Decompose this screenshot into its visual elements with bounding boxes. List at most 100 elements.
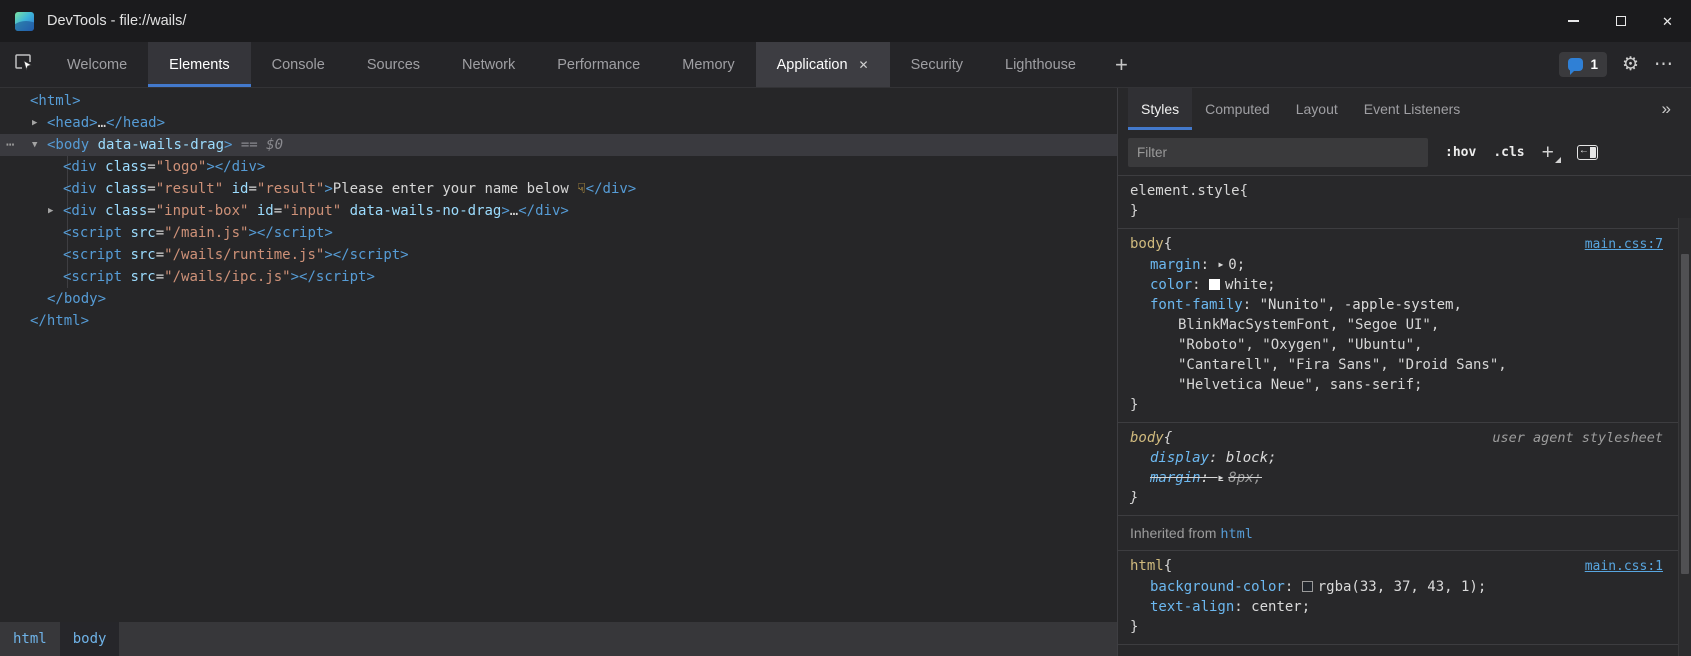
code-text: = bbox=[156, 247, 164, 263]
maximize-button[interactable] bbox=[1597, 0, 1644, 42]
code-attr-value: "/wails/ipc.js" bbox=[164, 269, 290, 285]
tab-memory[interactable]: Memory bbox=[661, 42, 755, 87]
node-menu-icon[interactable]: ⋯ bbox=[6, 134, 14, 156]
rule-header: body {main.css:7 bbox=[1130, 234, 1663, 255]
tab-performance[interactable]: Performance bbox=[536, 42, 661, 87]
breadcrumb-item-html[interactable]: html bbox=[0, 622, 60, 656]
rule-selector[interactable]: html bbox=[1130, 556, 1164, 576]
tab-application[interactable]: Application✕ bbox=[756, 42, 890, 87]
property-colon: : bbox=[1201, 470, 1218, 486]
breadcrumb-item-body[interactable]: body bbox=[60, 622, 120, 656]
dom-tree-line[interactable]: <script src="/wails/runtime.js"></script… bbox=[0, 244, 1117, 266]
code-attr-name: data-wails-drag bbox=[89, 137, 224, 153]
rule-selector[interactable]: body bbox=[1130, 234, 1164, 254]
settings-button[interactable]: ⚙ bbox=[1622, 55, 1639, 74]
tab-security[interactable]: Security bbox=[890, 42, 984, 87]
css-declaration[interactable]: text-align: center; bbox=[1130, 597, 1663, 617]
issues-count: 1 bbox=[1590, 57, 1598, 72]
tab-sources[interactable]: Sources bbox=[346, 42, 441, 87]
toggle-sidebar-button[interactable]: ← bbox=[1577, 145, 1598, 160]
sidebar-tab-layout[interactable]: Layout bbox=[1283, 88, 1351, 130]
more-tabs-button[interactable]: » bbox=[1662, 99, 1691, 119]
css-declaration[interactable]: color: white; bbox=[1130, 275, 1663, 295]
tab-label: Lighthouse bbox=[1005, 57, 1076, 73]
stylesheet-link[interactable]: main.css:1 bbox=[1585, 557, 1663, 577]
devtools-window: DevTools - file://wails/ ✕ Welcome Elemen… bbox=[0, 0, 1691, 656]
scrollbar-thumb[interactable] bbox=[1681, 254, 1689, 574]
stylesheet-link[interactable]: main.css:7 bbox=[1585, 235, 1663, 255]
breadcrumb-bar: htmlbody bbox=[0, 622, 1117, 656]
styles-scrollbar[interactable] bbox=[1678, 218, 1691, 656]
color-swatch[interactable] bbox=[1302, 581, 1313, 592]
tab-label: Welcome bbox=[67, 57, 127, 73]
issues-badge[interactable]: 1 bbox=[1559, 52, 1607, 77]
expand-shorthand-icon[interactable]: ▶ bbox=[1218, 260, 1223, 269]
dom-tree-line[interactable]: <div class="result" id="result">Please e… bbox=[0, 178, 1117, 200]
dollar-zero-hint: == $0 bbox=[232, 137, 283, 153]
new-style-rule-button[interactable]: + bbox=[1542, 142, 1554, 163]
add-tab-button[interactable]: + bbox=[1097, 42, 1146, 87]
property-colon: : bbox=[1234, 599, 1251, 615]
color-swatch[interactable] bbox=[1209, 279, 1220, 290]
code-tag: <body bbox=[47, 137, 89, 153]
tab-label: Elements bbox=[169, 57, 229, 73]
code-text: = bbox=[147, 181, 155, 197]
devtools-toolbar: Welcome Elements ConsoleSourcesNetworkPerf… bbox=[0, 42, 1691, 88]
css-declaration[interactable]: font-family: "Nunito", -apple-system, bbox=[1130, 295, 1663, 315]
close-tab-icon[interactable]: ✕ bbox=[859, 58, 869, 72]
dom-tree-line[interactable]: ⋯▼<body data-wails-drag> == $0 bbox=[0, 134, 1117, 156]
code-tag: <div bbox=[63, 181, 97, 197]
css-declaration[interactable]: display: block; bbox=[1130, 448, 1663, 468]
elements-panel: <html>▶<head>…</head>⋯▼<body data-wails-… bbox=[0, 88, 1118, 656]
css-property: font-family bbox=[1150, 297, 1243, 313]
minimize-button[interactable] bbox=[1550, 0, 1597, 42]
close-brace: } bbox=[1130, 617, 1663, 637]
panel-tab-bar: Welcome Elements ConsoleSourcesNetworkPerf… bbox=[46, 42, 1097, 87]
expand-shorthand-icon[interactable]: ▶ bbox=[1218, 473, 1223, 482]
inherited-target-link[interactable]: html bbox=[1220, 526, 1253, 542]
tab-lighthouse[interactable]: Lighthouse bbox=[984, 42, 1097, 87]
close-button[interactable]: ✕ bbox=[1644, 0, 1691, 42]
dom-tree-line[interactable]: </body> bbox=[0, 288, 1117, 310]
open-brace: { bbox=[1164, 556, 1172, 576]
class-toggle-button[interactable]: .cls bbox=[1493, 145, 1524, 160]
dom-tree-line[interactable]: </html> bbox=[0, 310, 1117, 332]
dom-tree-line[interactable]: <script src="/main.js"></script> bbox=[0, 222, 1117, 244]
css-value-continuation: "Cantarell", "Fira Sans", "Droid Sans", bbox=[1130, 355, 1663, 375]
tab-elements[interactable]: Elements bbox=[148, 42, 250, 87]
sidebar-tab-styles[interactable]: Styles bbox=[1128, 88, 1192, 130]
pseudo-state-button[interactable]: :hov bbox=[1445, 145, 1476, 160]
plus-icon: + bbox=[1115, 52, 1128, 78]
style-rule-section: body {main.css:7margin: ▶0;color: white;… bbox=[1118, 229, 1691, 423]
sidebar-tab-event-listeners[interactable]: Event Listeners bbox=[1351, 88, 1474, 130]
property-colon: : bbox=[1201, 257, 1218, 273]
code-text: = bbox=[156, 269, 164, 285]
css-declaration[interactable]: margin: ▶8px; bbox=[1130, 468, 1663, 488]
css-declaration[interactable]: margin: ▶0; bbox=[1130, 255, 1663, 275]
styles-sidebar: StylesComputedLayoutEvent Listeners » :h… bbox=[1118, 88, 1691, 656]
code-tag: <script bbox=[63, 225, 122, 241]
dom-tree-line[interactable]: ▶<head>…</head> bbox=[0, 112, 1117, 134]
code-tag: > bbox=[324, 181, 332, 197]
sidebar-tab-computed[interactable]: Computed bbox=[1192, 88, 1283, 130]
tab-welcome[interactable]: Welcome bbox=[46, 42, 148, 87]
dom-tree-line[interactable]: ▶<div class="input-box" id="input" data-… bbox=[0, 200, 1117, 222]
dom-tree-line[interactable]: <div class="logo"></div> bbox=[0, 156, 1117, 178]
inspect-element-button[interactable] bbox=[0, 42, 46, 87]
more-options-button[interactable]: ⋯ bbox=[1654, 55, 1673, 74]
style-rule-section: html { main.css:1background-color: rgba(3… bbox=[1118, 551, 1691, 645]
css-value-continuation: "Roboto", "Oxygen", "Ubuntu", bbox=[1130, 335, 1663, 355]
left-arrow-icon: ← bbox=[1579, 145, 1589, 156]
code-tag: </html> bbox=[30, 313, 89, 329]
rule-header: element.style { bbox=[1130, 181, 1663, 201]
style-filter-input[interactable] bbox=[1128, 138, 1428, 167]
css-declaration[interactable]: background-color: rgba(33, 37, 43, 1); bbox=[1130, 577, 1663, 597]
tab-network[interactable]: Network bbox=[441, 42, 536, 87]
dom-tree-line[interactable]: <script src="/wails/ipc.js"></script> bbox=[0, 266, 1117, 288]
dom-tree-line[interactable]: <html> bbox=[0, 90, 1117, 112]
css-value: 0; bbox=[1228, 257, 1245, 273]
window-titlebar: DevTools - file://wails/ ✕ bbox=[0, 0, 1691, 42]
rule-selector[interactable]: element.style bbox=[1130, 181, 1240, 201]
tab-console[interactable]: Console bbox=[251, 42, 346, 87]
rule-selector[interactable]: body bbox=[1130, 428, 1164, 448]
